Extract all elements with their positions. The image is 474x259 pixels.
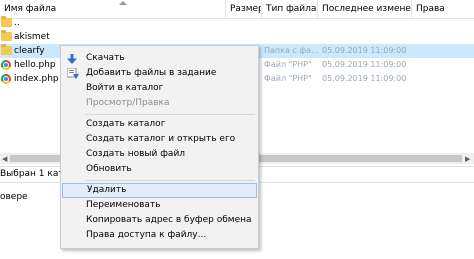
column-header-size-label: Размер	[230, 4, 262, 14]
menu-item-enter-directory[interactable]: Войти в каталог	[62, 81, 257, 96]
menu-item-label: Права доступа к файлу...	[86, 230, 207, 240]
file-name: hello.php	[14, 60, 56, 70]
file-name: akismet	[14, 32, 50, 42]
menu-separator	[85, 114, 255, 115]
file-type: Файл "PHP"	[264, 60, 312, 69]
file-type: Файл "PHP"	[264, 74, 312, 83]
file-name: clearfy	[14, 46, 45, 56]
chrome-icon	[1, 60, 11, 70]
menu-item-label: Удалить	[87, 185, 127, 195]
download-icon	[67, 54, 77, 64]
file-modified: 05.09.2019 11:09:00	[322, 46, 407, 55]
menu-item-label: Войти в каталог	[86, 83, 164, 93]
menu-item-create-and-open-directory[interactable]: Создать каталог и открыть его	[62, 132, 257, 147]
chrome-icon	[1, 74, 11, 84]
add-to-queue-icon	[67, 68, 79, 79]
menu-item-label: Создать каталог и открыть его	[86, 134, 236, 144]
column-header-modified-label: Последнее изменение	[322, 4, 411, 14]
menu-item-label: Обновить	[86, 164, 132, 174]
menu-item-create-directory[interactable]: Создать каталог	[62, 117, 257, 132]
column-header-permissions-label: Права	[416, 4, 445, 14]
menu-item-label: Создать каталог	[86, 119, 166, 129]
menu-item-delete[interactable]: Удалить	[62, 183, 257, 198]
menu-item-label: Копировать адрес в буфер обмена	[86, 215, 252, 225]
queue-column-label: овере	[0, 192, 28, 202]
menu-item-label: Переименовать	[86, 200, 161, 210]
file-modified: 05.09.2019 11:09:00	[322, 74, 407, 83]
menu-item-download[interactable]: Скачать	[62, 51, 257, 66]
file-name: ..	[14, 18, 20, 28]
menu-item-refresh[interactable]: Обновить	[62, 162, 257, 177]
file-name: index.php	[14, 74, 59, 84]
file-type: Папка с фа...	[264, 46, 319, 55]
folder-icon	[1, 44, 12, 55]
menu-item-add-to-queue[interactable]: Добавить файлы в задание	[62, 66, 257, 81]
column-header-name-label: Имя файла	[4, 4, 57, 14]
sort-ascending-icon	[119, 1, 127, 5]
file-row-akismet[interactable]: akismet	[0, 30, 474, 44]
menu-item-file-permissions[interactable]: Права доступа к файлу...	[62, 228, 257, 243]
file-row-parent[interactable]: ..	[0, 16, 474, 30]
menu-item-label: Создать новый файл	[86, 149, 186, 159]
scroll-left-icon[interactable]: ◀	[2, 156, 7, 163]
folder-icon	[1, 30, 12, 41]
file-modified: 05.09.2019 11:09:00	[322, 60, 407, 69]
context-menu: Скачать Добавить файлы в задание Войти в…	[60, 45, 259, 249]
column-header-type-label: Тип файла	[266, 4, 317, 14]
menu-separator	[85, 180, 255, 181]
menu-item-label: Добавить файлы в задание	[86, 68, 217, 78]
scroll-right-icon[interactable]: ▶	[465, 156, 470, 163]
menu-item-view-edit: Просмотр/Правка	[62, 96, 257, 111]
menu-item-rename[interactable]: Переименовать	[62, 198, 257, 213]
menu-item-copy-url[interactable]: Копировать адрес в буфер обмена	[62, 213, 257, 228]
menu-item-create-new-file[interactable]: Создать новый файл	[62, 147, 257, 162]
menu-item-label: Просмотр/Правка	[86, 98, 170, 108]
menu-item-label: Скачать	[86, 53, 125, 63]
folder-icon	[1, 16, 12, 27]
queue-column-header[interactable]: овере	[0, 190, 28, 204]
